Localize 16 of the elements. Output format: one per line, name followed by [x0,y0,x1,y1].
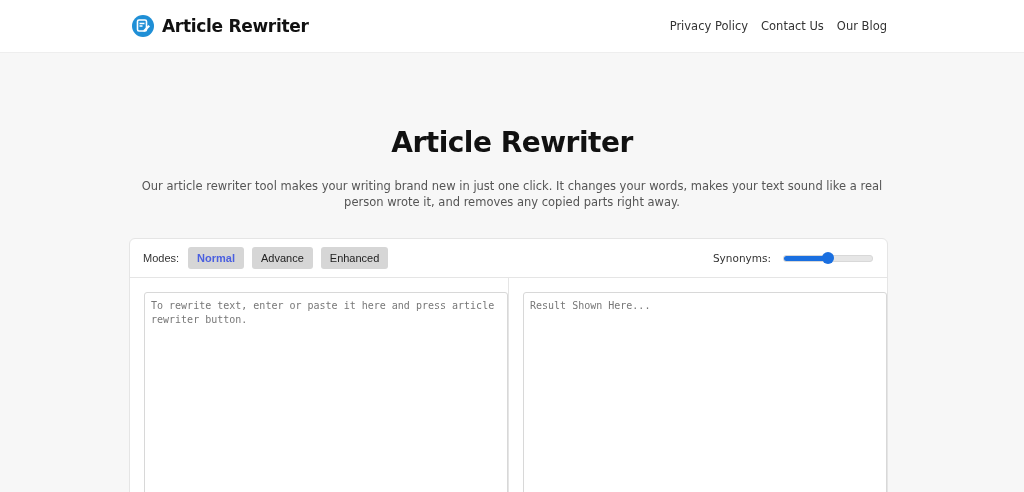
result-field[interactable]: Result Shown Here... [523,292,887,492]
mode-button[interactable]: Normal [188,247,244,269]
brand-name[interactable]: Article Rewriter [162,16,309,36]
page-title: Article Rewriter [390,126,635,159]
nav-link[interactable]: Contact Us [761,19,824,33]
mode-button[interactable]: Enhanced [320,247,389,269]
synonyms-label: Synonyms: [712,252,771,264]
synonyms-slider[interactable] [783,254,873,262]
nav-link[interactable]: Our Blog [836,19,887,33]
mode-button[interactable]: Advance [252,247,313,269]
input-field[interactable]: To rewrite text, enter or paste it here and press article rewriter button. [144,292,508,492]
page-description: Our article rewriter tool makes your writing brand new in just one click. It changes your words, makes your text sound like a real person wrote it, and removes any copied parts right away. [140,178,884,210]
logo-icon [131,14,155,38]
slider-thumb[interactable] [822,251,834,264]
modes-label: Modes: [143,252,180,264]
nav-link[interactable]: Privacy Policy [669,19,749,33]
